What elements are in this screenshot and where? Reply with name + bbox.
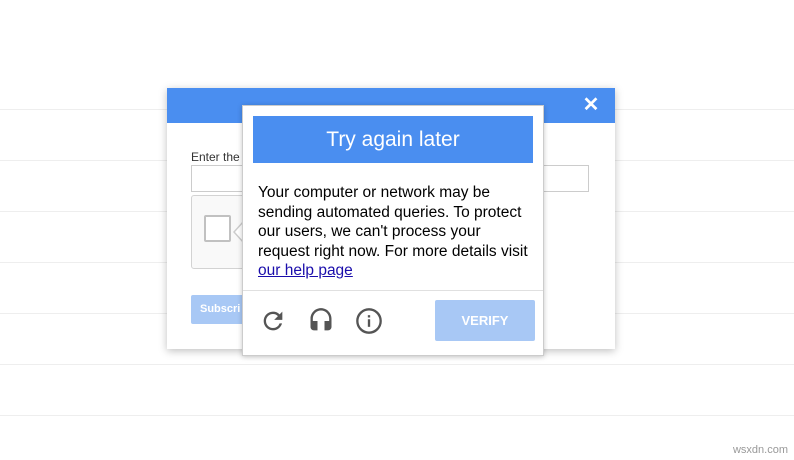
email-label: Enter the (191, 150, 240, 164)
reload-icon[interactable] (259, 307, 287, 335)
challenge-message-text: Your computer or network may be sending … (258, 184, 528, 260)
recaptcha-checkbox[interactable] (204, 215, 231, 242)
watermark: wsxdn.com (732, 444, 788, 456)
headphones-icon[interactable] (307, 307, 335, 335)
challenge-message: Your computer or network may be sending … (258, 183, 530, 281)
help-page-link[interactable]: our help page (258, 262, 353, 279)
background-divider (0, 364, 794, 365)
page-background: ✕ Enter the Subscri Try again later Your… (0, 0, 794, 460)
info-icon[interactable] (355, 307, 383, 335)
close-icon[interactable]: ✕ (580, 94, 602, 116)
verify-button[interactable]: VERIFY (435, 300, 535, 341)
background-divider (0, 415, 794, 416)
challenge-divider (243, 290, 543, 291)
challenge-title: Try again later (253, 116, 533, 163)
recaptcha-challenge-popup: Try again later Your computer or network… (242, 105, 544, 356)
